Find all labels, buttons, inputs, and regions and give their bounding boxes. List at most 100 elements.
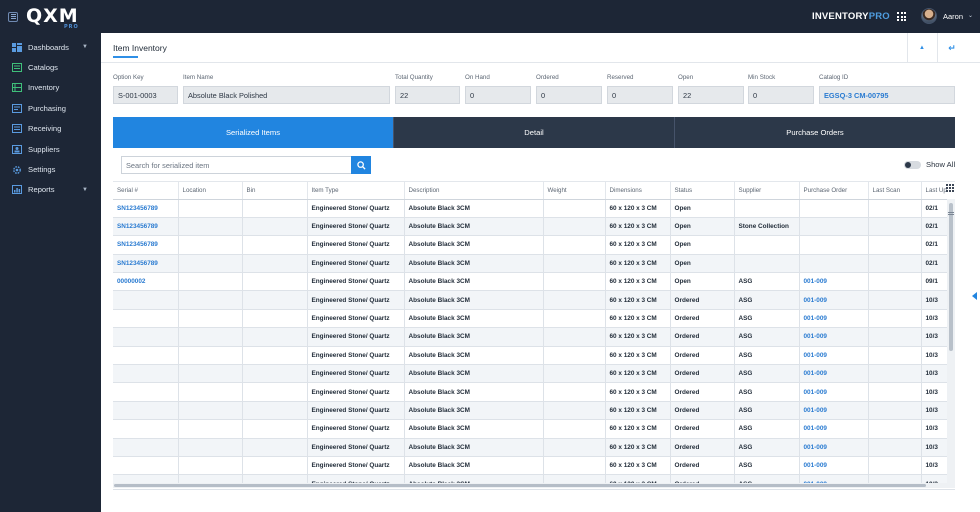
avatar[interactable]: [921, 8, 937, 24]
tab-detail[interactable]: Detail: [393, 117, 674, 148]
supplier-cell: ASG: [734, 290, 800, 310]
table-row[interactable]: Engineered Stone/ QuartzAbsolute Black 3…: [113, 438, 955, 457]
serial-cell: [113, 456, 179, 476]
serial-cell[interactable]: SN123456789: [113, 235, 179, 255]
table-row[interactable]: Engineered Stone/ QuartzAbsolute Black 3…: [113, 346, 955, 366]
description-cell: Absolute Black 3CM: [404, 290, 544, 310]
column-header[interactable]: Location: [178, 182, 243, 200]
column-menu-icon[interactable]: [946, 184, 954, 192]
purchase-order-cell[interactable]: 001-009: [799, 272, 869, 292]
sidebar-item-purchasing[interactable]: Purchasing: [0, 98, 101, 118]
dimensions-cell: 60 x 120 x 3 CM: [605, 364, 671, 384]
receiving-icon: [12, 124, 22, 134]
table-row[interactable]: Engineered Stone/ QuartzAbsolute Black 3…: [113, 327, 955, 347]
table-row[interactable]: Engineered Stone/ QuartzAbsolute Black 3…: [113, 456, 955, 476]
column-header[interactable]: Purchase Order: [799, 182, 869, 200]
sidebar: QXM PRO Dashboards ▼ Catalogs Inventory: [0, 0, 101, 512]
purchase-order-cell[interactable]: 001-009: [799, 419, 869, 439]
collapse-up-button[interactable]: ▲: [907, 33, 936, 63]
purchase-order-cell[interactable]: 001-009: [799, 401, 869, 421]
sidebar-item-reports[interactable]: Reports ▼: [0, 180, 101, 200]
bin-cell: [242, 272, 308, 292]
column-header[interactable]: Supplier: [734, 182, 800, 200]
table-row[interactable]: Engineered Stone/ QuartzAbsolute Black 3…: [113, 290, 955, 310]
table-row[interactable]: Engineered Stone/ QuartzAbsolute Black 3…: [113, 401, 955, 421]
column-header[interactable]: Bin: [242, 182, 308, 200]
apps-grid-icon[interactable]: [897, 12, 906, 21]
show-all-switch[interactable]: [904, 160, 921, 169]
search-input[interactable]: [121, 156, 351, 174]
sidebar-item-catalogs[interactable]: Catalogs: [0, 57, 101, 77]
status-cell: Ordered: [670, 346, 735, 366]
table-row[interactable]: Engineered Stone/ QuartzAbsolute Black 3…: [113, 419, 955, 439]
reserved-value: 0: [607, 86, 673, 104]
column-header[interactable]: Status: [670, 182, 735, 200]
purchase-order-cell[interactable]: 001-009: [799, 364, 869, 384]
purchase-order-cell[interactable]: 001-009: [799, 346, 869, 366]
table-header-row: Serial # Location Bin Item Type Descript…: [113, 182, 955, 200]
column-header[interactable]: Weight: [543, 182, 606, 200]
column-header[interactable]: Serial #: [113, 182, 179, 200]
purchase-order-cell[interactable]: 001-009: [799, 309, 869, 329]
column-header[interactable]: Item Type: [307, 182, 405, 200]
table-row[interactable]: SN123456789 Engineered Stone/ Quartz Absol…: [113, 217, 955, 237]
sidebar-item-settings[interactable]: Settings: [0, 159, 101, 179]
horizontal-scrollbar[interactable]: [113, 483, 955, 488]
tab-serialized-items[interactable]: Serialized Items: [113, 117, 393, 148]
table-row[interactable]: Engineered Stone/ QuartzAbsolute Black 3…: [113, 364, 955, 384]
purchase-order-cell[interactable]: 001-009: [799, 438, 869, 457]
chevron-up-icon: ▲: [919, 45, 925, 51]
page-title: Item Inventory: [113, 43, 167, 53]
dimensions-cell: 60 x 120 x 3 CM: [605, 217, 671, 237]
sidebar-item-label: Catalogs: [28, 63, 58, 73]
sidebar-item-suppliers[interactable]: Suppliers: [0, 139, 101, 159]
status-cell: Ordered: [670, 364, 735, 384]
sidebar-item-inventory[interactable]: Inventory: [0, 78, 101, 98]
bin-cell: [242, 419, 308, 439]
serial-cell[interactable]: SN123456789: [113, 254, 179, 274]
column-header[interactable]: Dimensions: [605, 182, 671, 200]
sidebar-item-dashboards[interactable]: Dashboards ▼: [0, 37, 101, 57]
brand-main: INVENTORY: [812, 11, 869, 22]
scroll-thumb[interactable]: [949, 203, 953, 351]
option-key-field: Option Key S-001-0003: [113, 74, 178, 104]
purchase-order-cell[interactable]: 001-009: [799, 290, 869, 310]
return-button[interactable]: ↵: [937, 33, 966, 63]
column-header[interactable]: Description: [404, 182, 544, 200]
column-header[interactable]: Last Scan: [868, 182, 922, 200]
search-button[interactable]: [351, 156, 371, 174]
purchase-order-cell[interactable]: 001-009: [799, 382, 869, 402]
sidebar-item-receiving[interactable]: Receiving: [0, 119, 101, 139]
weight-cell: [543, 364, 606, 384]
serial-cell[interactable]: SN123456789: [113, 199, 179, 218]
catalog-id-link[interactable]: EGSQ-3 CM-00795: [819, 86, 955, 104]
supplier-cell: ASG: [734, 327, 800, 347]
table-row[interactable]: Engineered Stone/ QuartzAbsolute Black 3…: [113, 382, 955, 402]
item-type-cell: Engineered Stone/ Quartz: [307, 327, 405, 347]
tab-purchase-orders[interactable]: Purchase Orders: [674, 117, 955, 148]
field-label: Ordered: [536, 74, 559, 81]
table-row[interactable]: SN123456789 Engineered Stone/ Quartz Absol…: [113, 235, 955, 255]
serial-cell[interactable]: 00000002: [113, 272, 179, 292]
vertical-scrollbar[interactable]: [947, 199, 955, 487]
item-type-cell: Engineered Stone/ Quartz: [307, 364, 405, 384]
serialized-items-table: Serial # Location Bin Item Type Descript…: [113, 182, 955, 488]
table-row[interactable]: Engineered Stone/ QuartzAbsolute Black 3…: [113, 309, 955, 329]
serial-cell[interactable]: SN123456789: [113, 217, 179, 237]
expand-panel-icon[interactable]: [972, 292, 977, 300]
supplier-cell: ASG: [734, 456, 800, 476]
purchase-order-cell[interactable]: 001-009: [799, 456, 869, 476]
field-label: Min Stock: [748, 74, 776, 81]
last-scan-cell: [868, 272, 922, 292]
purchase-order-cell[interactable]: 001-009: [799, 327, 869, 347]
table-row[interactable]: SN123456789 Engineered Stone/ Quartz Absol…: [113, 254, 955, 274]
table-row[interactable]: SN123456789 Engineered Stone/ Quartz Absol…: [113, 199, 955, 218]
app-logo[interactable]: QXM PRO: [26, 7, 79, 30]
chevron-down-icon[interactable]: ⌄: [968, 12, 973, 19]
user-name[interactable]: Aaron: [943, 12, 963, 21]
menu-toggle-icon[interactable]: [8, 11, 18, 22]
location-cell: [178, 254, 243, 274]
scroll-thumb[interactable]: [114, 484, 926, 487]
location-cell: [178, 290, 243, 310]
table-row[interactable]: 00000002 Engineered Stone/ Quartz Absolute…: [113, 272, 955, 292]
